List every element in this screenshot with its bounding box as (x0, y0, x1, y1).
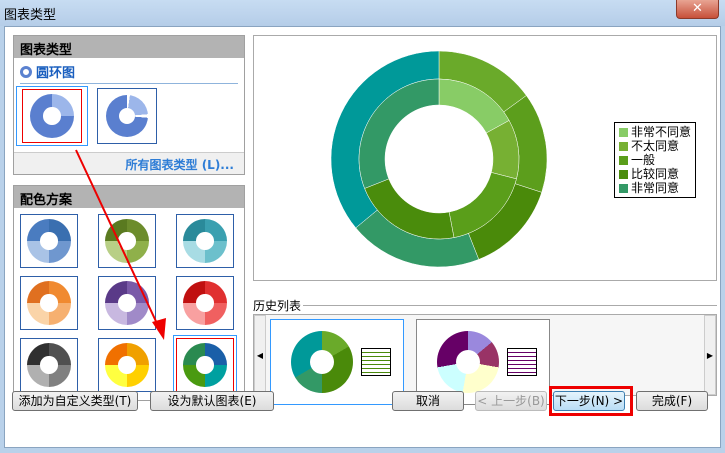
history-legend-thumb (507, 348, 537, 376)
legend-item: 非常同意 (619, 181, 691, 195)
color-scheme-donut-icon (105, 343, 149, 387)
legend-swatch (619, 169, 628, 179)
donut-type-exploded[interactable] (97, 88, 157, 144)
finish-button[interactable]: 完成(F) (636, 391, 708, 411)
history-label: 历史列表 (253, 297, 306, 314)
color-scheme-donut-icon (105, 219, 149, 263)
color-scheme-panel: 配色方案 (13, 185, 245, 401)
legend-swatch (619, 155, 628, 165)
scroll-right-button[interactable]: ▶ (704, 315, 716, 395)
previous-button[interactable]: < 上一步(B) (475, 391, 547, 411)
exploded-donut-icon (106, 95, 148, 137)
color-scheme-4[interactable] (20, 276, 78, 330)
dialog-body: 图表类型 圆环图 所有图表类型 (L)... 配色方案 非常不同意 不太同意 一般比… (4, 26, 721, 448)
color-scheme-7[interactable] (20, 338, 78, 392)
legend-item: 比较同意 (619, 167, 691, 181)
legend-label: 非常不同意 (631, 125, 692, 139)
donut-chart-preview (330, 50, 548, 268)
legend-label: 不太同意 (631, 139, 680, 153)
color-scheme-9[interactable] (173, 335, 237, 395)
color-scheme-donut-icon (183, 343, 227, 387)
legend-item: 非常不同意 (619, 125, 691, 139)
history-item[interactable] (270, 319, 404, 405)
legend-swatch (619, 183, 628, 193)
highlight-box (549, 386, 633, 416)
title-bar: 图表类型 ✕ (0, 0, 725, 26)
history-list: 历史列表 ◀ ▶ (253, 297, 717, 405)
legend-label: 非常同意 (631, 181, 680, 195)
scroll-left-button[interactable]: ◀ (254, 315, 266, 395)
close-button[interactable]: ✕ (676, 0, 719, 19)
chart-legend: 非常不同意 不太同意 一般 比较同意 非常同意 (614, 122, 697, 198)
legend-label: 比较同意 (631, 167, 680, 181)
chart-type-panel: 图表类型 圆环图 所有图表类型 (L)... (13, 35, 245, 175)
legend-label: 一般 (631, 153, 656, 167)
color-scheme-donut-icon (183, 281, 227, 325)
color-scheme-3[interactable] (176, 214, 234, 268)
set-default-chart-button[interactable]: 设为默认图表(E) (150, 391, 274, 411)
color-scheme-5[interactable] (98, 276, 156, 330)
legend-swatch (619, 141, 628, 151)
color-scheme-donut-icon (183, 219, 227, 263)
chart-preview: 非常不同意 不太同意 一般 比较同意 非常同意 (253, 35, 717, 281)
color-scheme-donut-icon (105, 281, 149, 325)
color-scheme-8[interactable] (98, 338, 156, 392)
add-custom-type-button[interactable]: 添加为自定义类型(T) (12, 391, 138, 411)
legend-item: 一般 (619, 153, 691, 167)
color-scheme-6[interactable] (176, 276, 234, 330)
legend-swatch (619, 127, 628, 137)
legend-item: 不太同意 (619, 139, 691, 153)
color-scheme-header: 配色方案 (14, 186, 244, 208)
color-scheme-1[interactable] (20, 214, 78, 268)
color-scheme-donut-icon (27, 343, 71, 387)
color-scheme-2[interactable] (98, 214, 156, 268)
history-legend-thumb (361, 348, 391, 376)
donut-type-standard[interactable] (16, 86, 88, 146)
cancel-button[interactable]: 取消 (392, 391, 464, 411)
chart-type-header: 图表类型 (14, 36, 244, 58)
donut-thumb-icon (30, 94, 74, 138)
history-donut-thumb (291, 331, 353, 393)
color-scheme-donut-icon (27, 281, 71, 325)
window-title: 图表类型 (4, 8, 57, 23)
all-chart-types-link[interactable]: 所有图表类型 (L)... (14, 152, 244, 174)
color-scheme-donut-icon (27, 219, 71, 263)
chart-category: 圆环图 (36, 66, 76, 81)
history-donut-thumb (437, 331, 499, 393)
donut-icon (20, 65, 32, 78)
